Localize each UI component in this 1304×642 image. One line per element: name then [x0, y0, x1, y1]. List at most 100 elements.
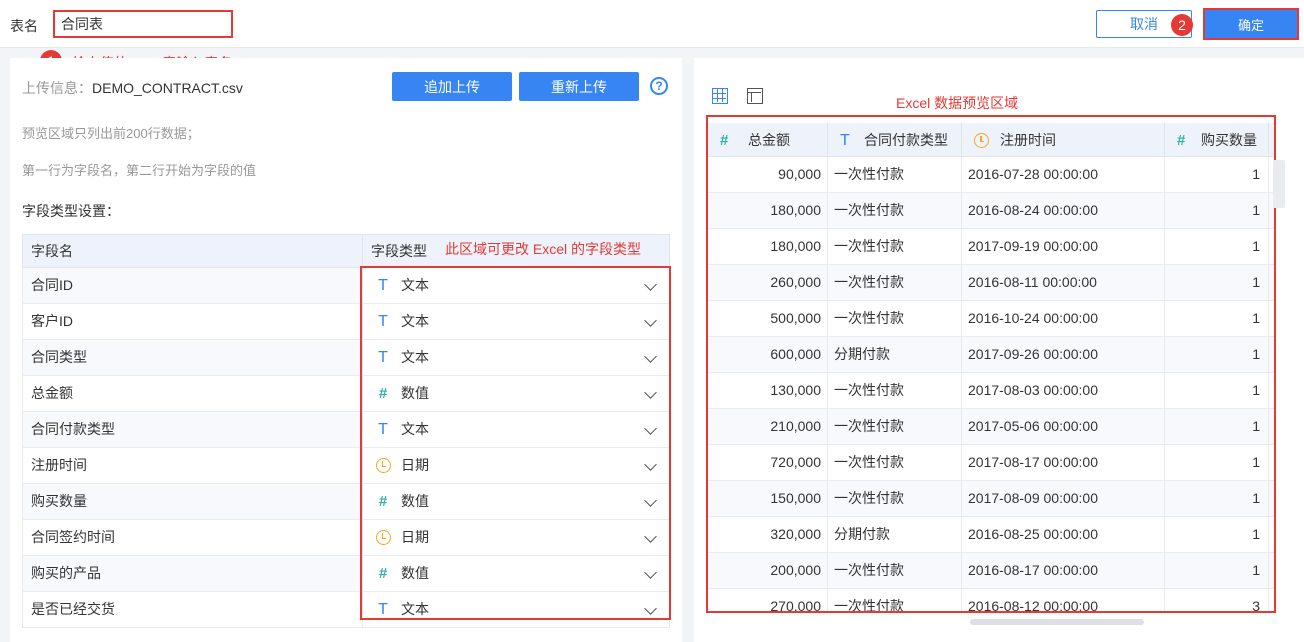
field-row: 合同类型 T 文本: [22, 340, 670, 376]
column-type-icon-slot: #: [1177, 123, 1185, 158]
preview-cell: 600,000: [708, 337, 828, 372]
preview-cell: 1: [1165, 193, 1269, 228]
preview-cell: 分期付款: [828, 517, 962, 552]
preview-column-header[interactable]: # 总金额: [708, 123, 828, 156]
date-type-icon: [375, 458, 391, 473]
field-type-icon-slot: T: [375, 592, 391, 627]
preview-cell: 180,000: [708, 229, 828, 264]
field-type-select[interactable]: T 文本: [363, 268, 669, 303]
field-name: 总金额: [23, 376, 363, 411]
append-upload-button[interactable]: 追加上传: [392, 72, 512, 101]
preview-column-header[interactable]: 注册时间: [962, 123, 1165, 156]
top-bar: 表名 取消 确定: [0, 0, 1304, 48]
field-row: 注册时间 日期: [22, 448, 670, 484]
confirm-button[interactable]: 确定: [1205, 10, 1297, 38]
preview-row: 150,000 一次性付款 2017-08-09 00:00:00 1: [708, 481, 1274, 517]
help-icon[interactable]: ?: [650, 77, 668, 95]
header-row-hint: 第一行为字段名，第二行开始为字段的值: [22, 163, 257, 178]
field-type-icon-slot: #: [375, 376, 391, 411]
date-type-icon: [375, 530, 391, 545]
preview-cell: 1: [1165, 337, 1269, 372]
field-type-icon-slot: #: [375, 556, 391, 591]
preview-cell-overflow: [1269, 337, 1274, 372]
field-type-table: 字段名 字段类型 合同ID T 文本 客户ID T 文本 合同类型 T 文本 总金额 # 数值 合同付款…: [22, 234, 670, 628]
field-type-select[interactable]: T 文本: [363, 592, 669, 627]
field-row: 购买数量 # 数值: [22, 484, 670, 520]
data-preview-panel: Excel 数据预览区域 # 总金额 T 合同付款类型 注册时间 # 购买数量 90,000…: [694, 58, 1304, 642]
preview-cell: 200,000: [708, 553, 828, 588]
upload-settings-panel: 上传信息：DEMO_CONTRACT.csv 追加上传 重新上传 ? 预览区域只…: [10, 58, 682, 642]
field-type-label: 数值: [401, 493, 429, 509]
preview-cell: 1: [1165, 445, 1269, 480]
preview-cell-overflow: [1269, 229, 1274, 264]
chevron-down-icon: [644, 458, 657, 471]
preview-cell: 150,000: [708, 481, 828, 516]
upload-info-label: 上传信息：: [22, 80, 92, 96]
field-name-column-header: 字段名: [23, 235, 363, 267]
preview-cell: 2017-08-09 00:00:00: [962, 481, 1165, 516]
field-type-label: 数值: [401, 565, 429, 581]
preview-row: 320,000 分期付款 2016-08-25 00:00:00 1: [708, 517, 1274, 553]
preview-cell: 130,000: [708, 373, 828, 408]
preview-cell: 一次性付款: [828, 229, 962, 264]
field-name: 注册时间: [23, 448, 363, 483]
preview-cell: 一次性付款: [828, 409, 962, 444]
preview-row: 210,000 一次性付款 2017-05-06 00:00:00 1: [708, 409, 1274, 445]
preview-table-header: # 总金额 T 合同付款类型 注册时间 # 购买数量: [708, 123, 1274, 157]
preview-cell-overflow: [1269, 265, 1274, 300]
chevron-down-icon: [644, 494, 657, 507]
field-settings-title: 字段类型设置：: [22, 203, 120, 219]
field-type-select[interactable]: # 数值: [363, 556, 669, 591]
field-type-select[interactable]: T 文本: [363, 304, 669, 339]
preview-column-header[interactable]: # 购买数量: [1165, 123, 1269, 156]
field-type-select[interactable]: T 文本: [363, 340, 669, 375]
field-type-select[interactable]: 日期: [363, 448, 669, 483]
preview-column-header[interactable]: T 合同付款类型: [828, 123, 962, 156]
preview-row: 200,000 一次性付款 2016-08-17 00:00:00 1: [708, 553, 1274, 589]
preview-cell: 2016-08-24 00:00:00: [962, 193, 1165, 228]
field-type-label: 文本: [401, 421, 429, 437]
field-type-select[interactable]: 日期: [363, 520, 669, 555]
preview-column-label: 总金额: [748, 132, 790, 148]
field-name: 是否已经交货: [23, 592, 363, 627]
preview-cell: 720,000: [708, 445, 828, 480]
preview-cell: 320,000: [708, 517, 828, 552]
preview-row: 720,000 一次性付款 2017-08-17 00:00:00 1: [708, 445, 1274, 481]
field-name: 合同付款类型: [23, 412, 363, 447]
preview-cell: 一次性付款: [828, 589, 962, 611]
field-row: 合同签约时间 日期: [22, 520, 670, 556]
field-type-label: 文本: [401, 349, 429, 365]
preview-cell: 一次性付款: [828, 553, 962, 588]
preview-cell-overflow: [1269, 553, 1274, 588]
field-name: 客户ID: [23, 304, 363, 339]
field-type-select[interactable]: # 数值: [363, 376, 669, 411]
preview-row: 600,000 分期付款 2017-09-26 00:00:00 1: [708, 337, 1274, 373]
preview-cell-overflow: [1269, 445, 1274, 480]
text-type-icon: T: [378, 313, 388, 330]
preview-cell: 2016-08-12 00:00:00: [962, 589, 1165, 611]
preview-column-label: 注册时间: [1000, 132, 1056, 148]
field-type-icon-slot: [375, 448, 391, 483]
preview-cell: 1: [1165, 265, 1269, 300]
preview-horizontal-scrollbar[interactable]: [970, 619, 1144, 625]
grid-view-icon[interactable]: [712, 88, 728, 104]
field-name: 合同签约时间: [23, 520, 363, 555]
preview-cell: 一次性付款: [828, 265, 962, 300]
preview-cell: 2017-05-06 00:00:00: [962, 409, 1165, 444]
layout-view-icon[interactable]: [747, 88, 763, 104]
field-type-icon-slot: #: [375, 484, 391, 519]
field-type-select[interactable]: T 文本: [363, 412, 669, 447]
text-type-icon: T: [378, 421, 388, 438]
number-type-icon: #: [378, 493, 388, 510]
field-type-select[interactable]: # 数值: [363, 484, 669, 519]
column-type-icon-slot: [974, 123, 989, 157]
preview-cell: 2017-09-19 00:00:00: [962, 229, 1165, 264]
upload-info: 上传信息：DEMO_CONTRACT.csv: [22, 78, 243, 98]
preview-vertical-scrollbar[interactable]: [1273, 160, 1285, 208]
field-type-icon-slot: T: [375, 340, 391, 375]
field-type-icon-slot: [375, 520, 391, 555]
table-name-input[interactable]: [53, 10, 233, 38]
preview-cell: 3: [1165, 589, 1269, 611]
reupload-button[interactable]: 重新上传: [519, 72, 639, 101]
date-type-icon: [974, 133, 989, 148]
